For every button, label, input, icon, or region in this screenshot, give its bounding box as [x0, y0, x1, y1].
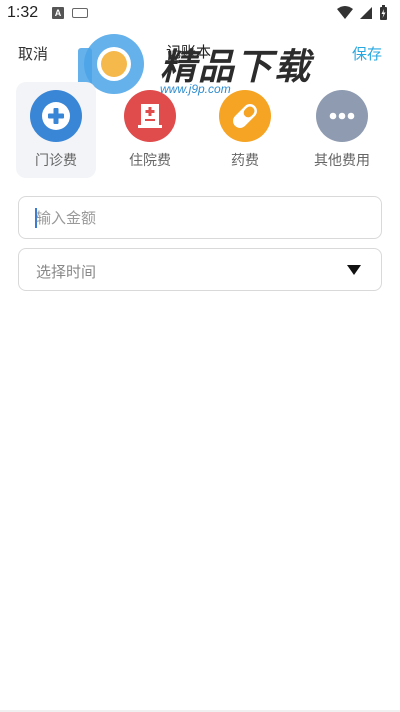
status-time: 1:32 [7, 4, 39, 21]
page-title: 记账本 [166, 43, 212, 61]
category-label: 住院费 [129, 153, 171, 169]
category-label: 药费 [231, 153, 259, 169]
category-label: 门诊费 [35, 153, 77, 169]
cancel-button[interactable]: 取消 [18, 43, 48, 64]
keyboard-icon [72, 8, 88, 18]
pill-icon [219, 90, 271, 142]
amount-input[interactable] [19, 197, 381, 238]
top-bar: 取消 记账本 保存 [0, 28, 400, 78]
category-selector: 门诊费 住院费 药费 其他费用 [0, 82, 400, 178]
status-bar: 1:32 A [0, 0, 400, 28]
wifi-icon [337, 6, 353, 19]
signal-icon [360, 7, 372, 19]
notification-a-icon: A [52, 7, 64, 19]
plus-cross-icon [30, 90, 82, 142]
time-select[interactable]: 选择时间 [18, 248, 382, 291]
dropdown-arrow-icon [347, 265, 361, 275]
more-dots-icon [316, 90, 368, 142]
amount-field-container [18, 196, 382, 239]
time-select-label: 选择时间 [36, 263, 97, 281]
category-outpatient[interactable]: 门诊费 [16, 82, 96, 178]
hospital-building-icon [124, 90, 176, 142]
save-button[interactable]: 保存 [352, 43, 382, 64]
battery-icon [380, 5, 387, 20]
category-hospitalization[interactable]: 住院费 [110, 82, 190, 178]
category-medicine[interactable]: 药费 [205, 82, 285, 178]
category-label: 其他费用 [314, 153, 370, 169]
category-other[interactable]: 其他费用 [302, 82, 382, 178]
